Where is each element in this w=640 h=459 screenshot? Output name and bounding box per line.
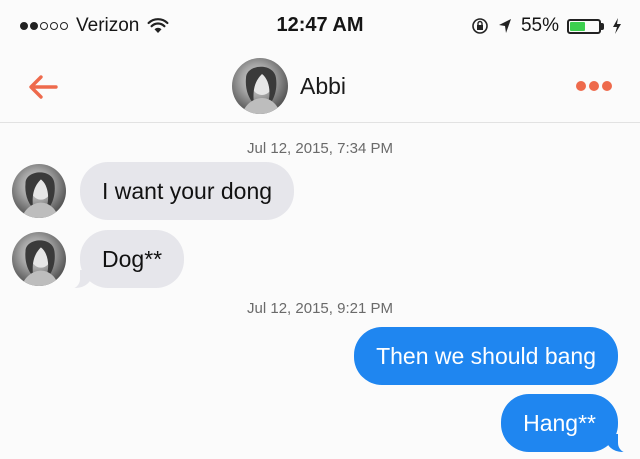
more-options-button[interactable]: [576, 81, 612, 91]
arrow-left-icon: [29, 75, 58, 99]
chat-screen: Verizon 12:47 AM 55% Abbi Jul 12, 2015, …: [0, 0, 640, 459]
battery-icon: [567, 18, 604, 34]
signal-strength-icon: [20, 22, 68, 30]
contact-header[interactable]: Abbi: [232, 58, 346, 114]
timestamp: Jul 12, 2015, 7:34 PM: [247, 140, 393, 157]
status-right: 55%: [471, 15, 622, 37]
wifi-icon: [147, 18, 169, 33]
charging-bolt-icon: [613, 18, 621, 34]
sender-avatar: [12, 164, 66, 218]
avatar: [232, 58, 288, 114]
message-row-outgoing: Hang**: [501, 394, 630, 453]
message-bubble-outgoing[interactable]: Then we should bang: [354, 327, 618, 385]
status-bar: Verizon 12:47 AM 55%: [0, 0, 640, 52]
carrier-name: Verizon: [76, 15, 140, 36]
profile-photo-icon: [242, 66, 280, 114]
battery-percent: 55%: [520, 15, 559, 36]
nav-bar: Abbi: [0, 52, 640, 123]
message-bubble-incoming[interactable]: I want your dong: [80, 162, 295, 220]
sender-avatar: [12, 232, 66, 286]
message-bubble-outgoing[interactable]: Hang**: [501, 394, 630, 453]
message-bubble-incoming[interactable]: Dog**: [67, 230, 185, 289]
more-dots-icon: [576, 81, 586, 91]
contact-name: Abbi: [300, 72, 347, 99]
location-arrow-icon: [498, 19, 511, 33]
profile-photo-icon: [21, 172, 59, 218]
back-button[interactable]: [26, 70, 60, 104]
status-left: Verizon: [20, 15, 169, 37]
message-row-incoming: Dog**: [12, 230, 185, 289]
timestamp: Jul 12, 2015, 9:21 PM: [247, 300, 393, 317]
message-row-outgoing: Then we should bang: [354, 327, 618, 385]
profile-photo-icon: [21, 240, 59, 286]
message-row-incoming: I want your dong: [12, 162, 295, 220]
lock-rotation-icon: [472, 18, 488, 34]
